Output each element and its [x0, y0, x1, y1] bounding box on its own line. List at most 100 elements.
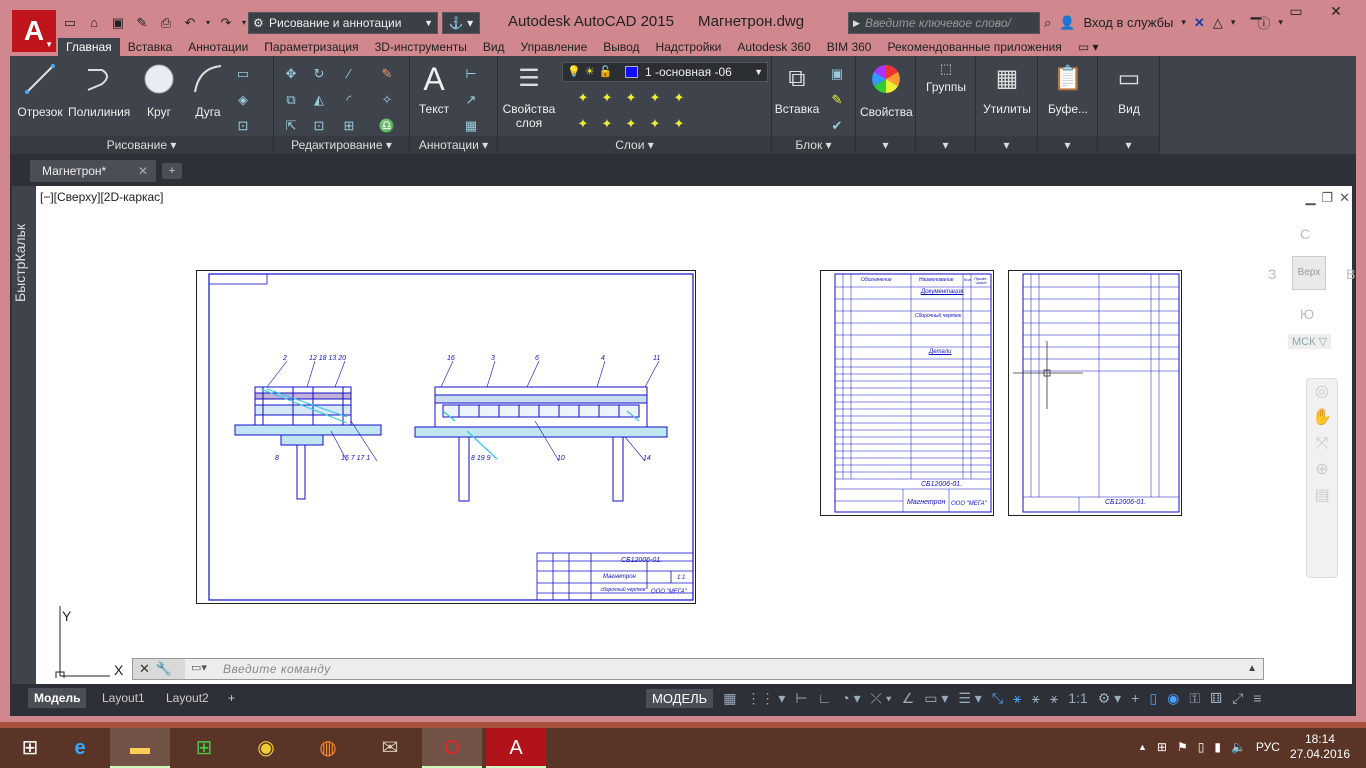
windows-icon[interactable]: ⊞ [1157, 740, 1167, 754]
move-icon[interactable]: ✥ [282, 66, 300, 82]
groups-button[interactable]: ⬚ Группы [920, 62, 972, 95]
scale-value[interactable]: 1:1 [1068, 690, 1087, 706]
undo-icon[interactable]: ↶ [180, 13, 200, 33]
layer-tool-icon[interactable]: ✦ [646, 90, 664, 106]
tab-3d-tools[interactable]: 3D-инструменты [367, 38, 475, 56]
panel-properties-expander[interactable]: ▾ [856, 136, 915, 154]
tab-home[interactable]: Главная [58, 38, 120, 56]
panel-utilities-expander[interactable]: ▾ [976, 136, 1037, 154]
minimize-button[interactable]: ▁ [1305, 190, 1315, 206]
panel-clipboard-expander[interactable]: ▾ [1038, 136, 1097, 154]
command-input[interactable]: Введите команду [223, 659, 331, 679]
layer-tool-icon[interactable]: ✦ [670, 116, 688, 132]
fullscreen-icon[interactable]: ⤢ [1232, 690, 1243, 707]
trim-icon[interactable]: ⁄ [340, 66, 358, 82]
application-menu-button[interactable]: A ▼ [12, 10, 56, 52]
a360-icon[interactable]: △ [1213, 15, 1223, 31]
edit-block-icon[interactable]: ✎ [828, 92, 846, 108]
chevron-down-icon[interactable]: ▾ [1231, 17, 1236, 28]
add-layout-button[interactable]: + [228, 688, 235, 708]
save-as-icon[interactable]: ✎ [132, 13, 152, 33]
close-icon[interactable]: ✕ [138, 160, 148, 182]
file-explorer-icon[interactable]: ▬ [110, 728, 170, 768]
chevron-down-icon[interactable]: ▾ [1181, 17, 1186, 28]
tab-featured-apps[interactable]: Рекомендованные приложения [879, 38, 1069, 56]
ortho-icon[interactable]: ∟ [818, 690, 832, 706]
tab-insert[interactable]: Вставка [120, 38, 181, 56]
opera-icon[interactable]: O [422, 728, 482, 768]
exchange-icon[interactable]: ✕ [1194, 15, 1205, 31]
viewcube-south[interactable]: Ю [1300, 306, 1314, 322]
circle-button[interactable]: Круг [136, 62, 182, 119]
restore-button[interactable]: ❐ [1321, 190, 1333, 206]
tab-parametric[interactable]: Параметризация [256, 38, 366, 56]
layer-properties-button[interactable]: ☰ Свойства слоя [502, 62, 556, 130]
firefox-icon[interactable]: ◍ [298, 728, 358, 768]
line-button[interactable]: Отрезок [16, 62, 64, 119]
layer-tool-icon[interactable]: ✦ [622, 116, 640, 132]
menu-icon[interactable]: ≡ [1253, 690, 1261, 706]
viewport-controls-label[interactable]: [−][Сверху][2D-каркас] [40, 190, 164, 204]
layer-tool-icon[interactable]: ✦ [598, 116, 616, 132]
tab-output[interactable]: Вывод [595, 38, 647, 56]
attribute-icon[interactable]: ✔ [828, 118, 846, 134]
array-icon[interactable]: ⊞ [340, 118, 358, 134]
model-space-button[interactable]: МОДЕЛЬ [646, 688, 714, 708]
maximize-button[interactable]: ▭ [1276, 2, 1316, 22]
panel-groups-expander[interactable]: ▾ [916, 136, 975, 154]
chrome-icon[interactable]: ◉ [236, 728, 296, 768]
properties-button[interactable]: Свойства [860, 62, 913, 119]
tab-manage[interactable]: Управление [513, 38, 596, 56]
lineweight-icon[interactable]: ☰ ▾ [958, 690, 981, 707]
osnap-box-icon[interactable]: ▭ ▾ [924, 690, 948, 707]
panel-annotation-title[interactable]: Аннотации ▾ [410, 136, 497, 154]
internet-explorer-icon[interactable]: e [50, 728, 110, 768]
table-icon[interactable]: ▦ [462, 118, 480, 134]
layer-tool-icon[interactable]: ✦ [598, 90, 616, 106]
gear-icon[interactable]: ⚙ ▾ [1098, 690, 1121, 707]
viewcube-north[interactable]: С [1300, 226, 1310, 242]
arc-button[interactable]: Дуга [186, 62, 230, 119]
open-icon[interactable]: ⌂ [84, 13, 104, 33]
new-document-button[interactable]: + [162, 163, 182, 179]
rectangle-icon[interactable]: ▭ [234, 66, 252, 82]
infer-icon[interactable]: ⊢ [795, 690, 807, 707]
annotation-visibility-icon[interactable]: ⚹ [1013, 690, 1021, 707]
ribbon-options-button[interactable]: ▭ ▾ [1070, 38, 1107, 56]
steering-wheel-icon[interactable]: ◎ [1307, 379, 1337, 405]
panel-view-expander[interactable]: ▾ [1098, 136, 1159, 154]
search-input[interactable]: ▶ Введите ключевое слово/фразу [848, 12, 1040, 50]
clean-screen-icon[interactable]: ▯ [1149, 690, 1157, 707]
hatch-icon[interactable]: ◈ [234, 92, 252, 108]
autocad-taskbar-icon[interactable]: A [486, 728, 546, 768]
binoculars-icon[interactable]: ⌕ [1044, 15, 1051, 31]
utilities-button[interactable]: ▦ Утилиты [980, 62, 1034, 116]
zoom-icon[interactable]: ⤧ [1307, 431, 1337, 457]
close-button[interactable]: ✕ [1339, 190, 1350, 206]
auto-scale-icon[interactable]: ⚹ [1050, 690, 1058, 707]
tab-addins[interactable]: Надстройки [648, 38, 730, 56]
scale-icon[interactable]: ⊡ [310, 118, 328, 134]
layer-tool-icon[interactable]: ✦ [622, 90, 640, 106]
scroll-app-icon[interactable]: ✉ [360, 728, 420, 768]
tab-bim-360[interactable]: BIM 360 [819, 38, 880, 56]
tab-layout1[interactable]: Layout1 [102, 688, 145, 708]
isolate-icon[interactable]: ◉ [1167, 690, 1179, 707]
erase-icon[interactable]: ✎ [378, 66, 396, 82]
text-button[interactable]: A Текст [414, 62, 454, 116]
stretch-icon[interactable]: ⇱ [282, 118, 300, 134]
insert-block-button[interactable]: ⧉ Вставка [774, 62, 820, 116]
annotation-scale-icon[interactable]: ⚹ [1031, 690, 1039, 707]
view-button[interactable]: ▭ Вид [1102, 62, 1156, 116]
volume-icon[interactable]: 🔈 [1231, 740, 1246, 754]
wrench-icon[interactable]: 🔧 [156, 661, 178, 676]
redo-dropdown-icon[interactable]: ▾ [240, 13, 248, 33]
fillet-icon[interactable]: ◜ [340, 92, 358, 108]
flag-icon[interactable]: ⚑ [1177, 740, 1188, 754]
layer-tool-icon[interactable]: ✦ [646, 116, 664, 132]
document-tab[interactable]: Магнетрон* ✕ [30, 160, 156, 182]
ucs-menu[interactable]: МСК ▽ [1288, 334, 1332, 349]
dimension-icon[interactable]: ⊢ [462, 66, 480, 82]
new-icon[interactable]: ▭ [60, 13, 80, 33]
signal-icon[interactable]: ▮ [1214, 740, 1221, 754]
